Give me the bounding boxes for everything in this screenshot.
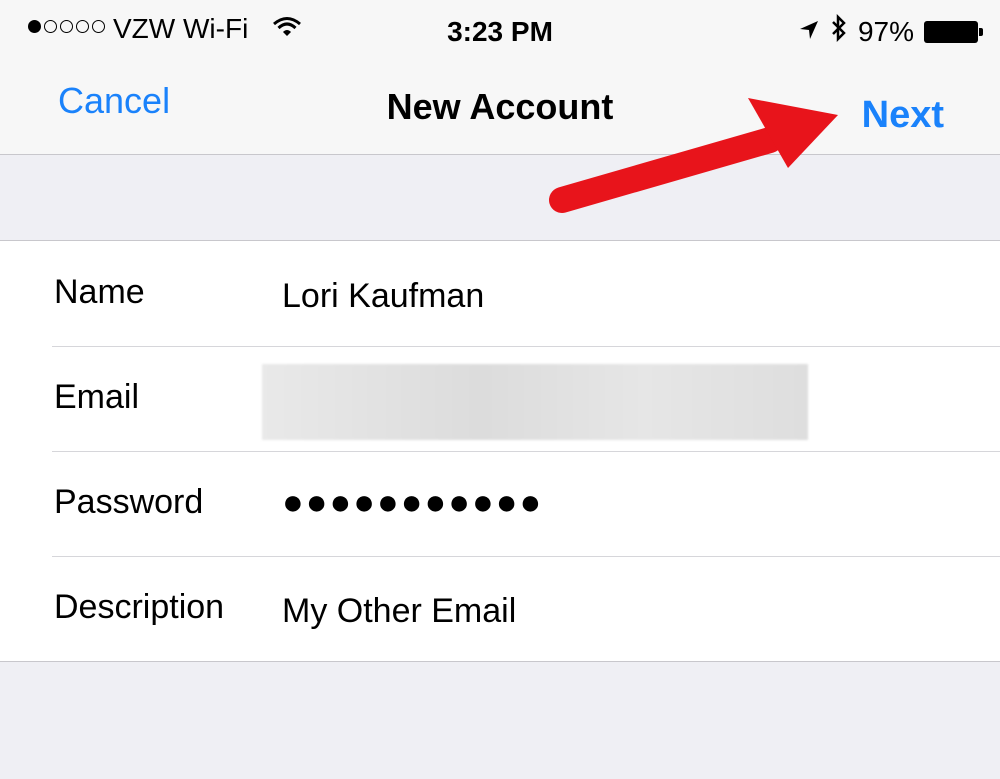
status-right-group: 97%: [798, 13, 983, 49]
password-field[interactable]: ●●●●●●●●●●●: [282, 481, 543, 523]
next-button[interactable]: Next: [862, 94, 944, 137]
email-label: Email: [54, 378, 140, 416]
bluetooth-icon: [830, 13, 848, 49]
description-label: Description: [54, 588, 225, 626]
battery-icon: [924, 20, 983, 43]
navigation-bar: Cancel New Account Next: [0, 62, 1000, 155]
page-title: New Account: [386, 86, 614, 127]
status-bar: VZW Wi-Fi 3:23 PM 97%: [0, 0, 1000, 62]
name-label: Name: [54, 273, 145, 311]
battery-percent: 97%: [857, 15, 914, 47]
name-field[interactable]: Lori Kaufman: [282, 277, 484, 316]
location-arrow-icon: [798, 16, 820, 48]
description-field[interactable]: My Other Email: [282, 592, 516, 631]
password-row[interactable]: Password ●●●●●●●●●●●: [0, 451, 1000, 556]
name-row[interactable]: Name Lori Kaufman: [0, 241, 1000, 346]
new-account-form: Name Lori Kaufman Email Password ●●●●●●●…: [0, 240, 1000, 662]
email-row[interactable]: Email: [0, 346, 1000, 451]
password-label: Password: [54, 483, 204, 521]
email-field[interactable]: [262, 364, 808, 440]
description-row[interactable]: Description My Other Email: [0, 556, 1000, 661]
